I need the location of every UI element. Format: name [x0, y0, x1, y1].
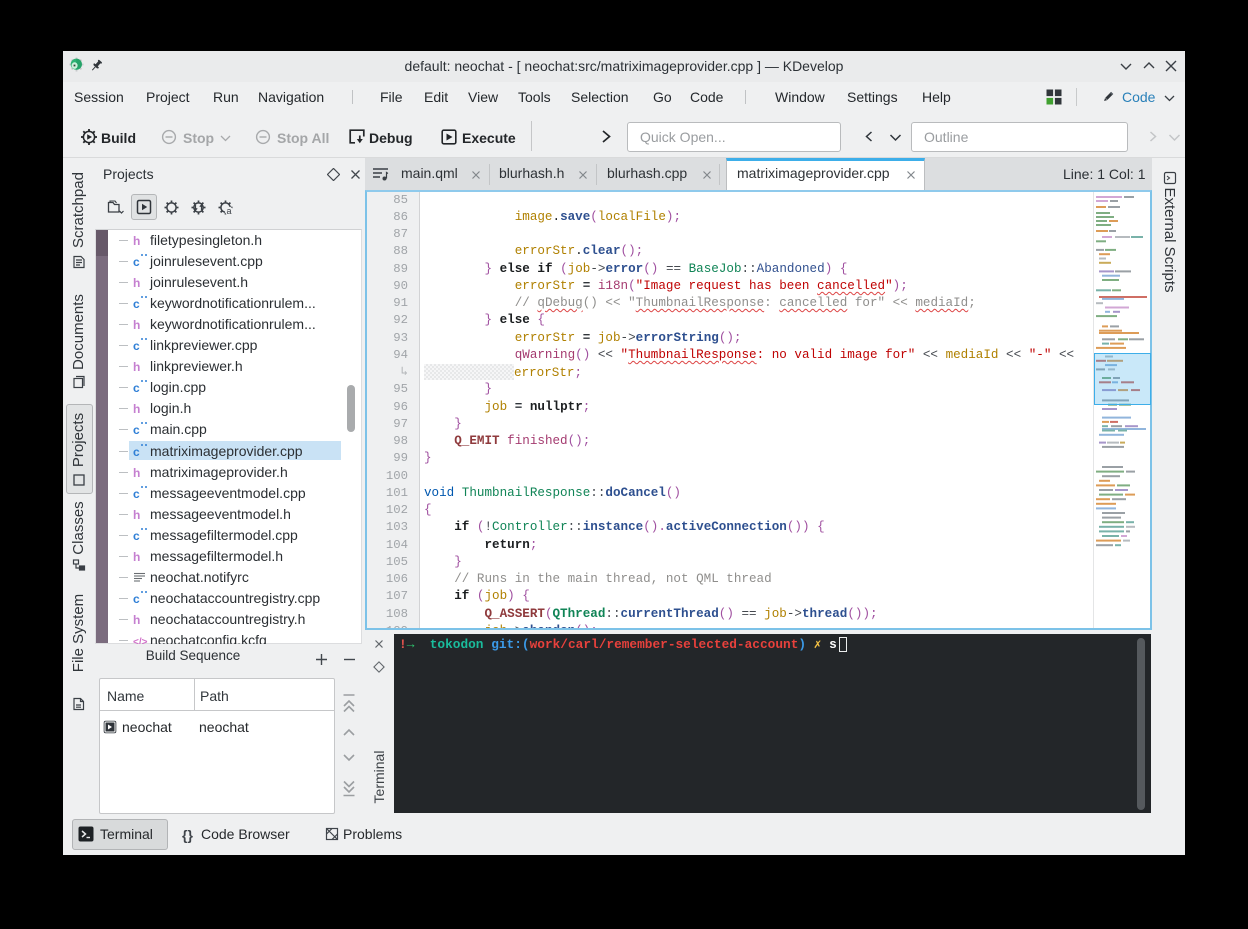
svg-text:a: a	[226, 206, 231, 216]
